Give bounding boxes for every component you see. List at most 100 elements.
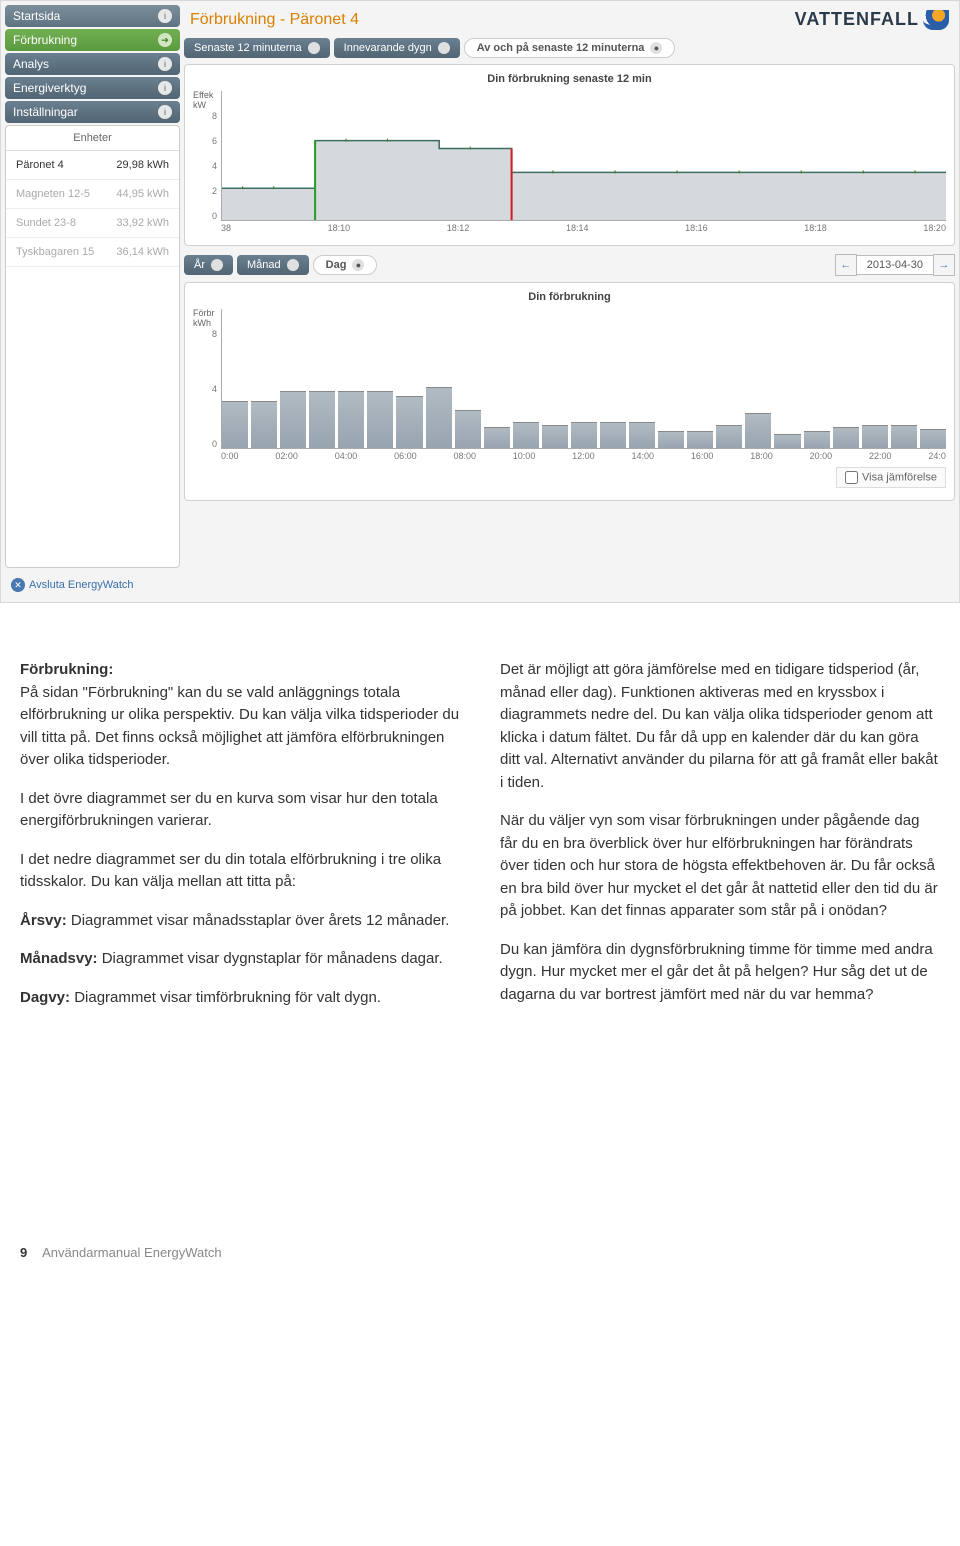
page-title: Förbrukning - Päronet 4 <box>190 11 359 29</box>
xtick: 10:00 <box>513 451 536 461</box>
compare-checkbox[interactable]: Visa jämförelse <box>836 467 946 488</box>
xtick: 14:00 <box>632 451 655 461</box>
vattenfall-icon <box>923 10 949 30</box>
tab-day[interactable]: Dag ● <box>313 255 378 275</box>
x-axis: 38 18:10 18:12 18:14 18:16 18:18 18:20 <box>193 223 946 233</box>
y-axis-label: EffekkW <box>193 91 221 111</box>
para: Diagrammet visar dygnstaplar för månaden… <box>98 950 443 967</box>
xtick: 18:10 <box>328 223 351 233</box>
unit-name: Päronet 4 <box>16 159 64 171</box>
nav-label: Startsida <box>13 9 60 23</box>
units-panel: Enheter Päronet 429,98 kWh Magneten 12-5… <box>5 125 180 568</box>
bar <box>862 425 888 448</box>
xtick: 18:00 <box>750 451 773 461</box>
chevron-icon <box>308 42 320 54</box>
xtick: 22:00 <box>869 451 892 461</box>
nav-settings[interactable]: Inställningari <box>5 101 180 123</box>
tab-label: Månad <box>247 259 281 271</box>
bottom-chart: Din förbrukning FörbrkWh 8 4 0 0:0002 <box>184 282 955 501</box>
xtick: 38 <box>221 223 231 233</box>
chevron-icon <box>438 42 450 54</box>
nav-label: Analys <box>13 57 49 71</box>
label: Månadsvy: <box>20 950 98 967</box>
chevron-icon: ● <box>352 259 364 271</box>
tab-label: Innevarande dygn <box>344 42 432 54</box>
xtick: 18:12 <box>447 223 470 233</box>
brand-text: VATTENFALL <box>795 9 919 30</box>
chevron-icon <box>287 259 299 271</box>
footer-title: Användarmanual EnergyWatch <box>42 1245 221 1260</box>
time-tabs: Senaste 12 minuterna Innevarande dygn Av… <box>184 38 955 58</box>
date-field[interactable]: 2013-04-30 <box>857 255 933 275</box>
indicator-icon: i <box>158 9 172 23</box>
tab-label: Av och på senaste 12 minuterna <box>477 42 645 54</box>
tab-last12min[interactable]: Senaste 12 minuterna <box>184 38 330 58</box>
unit-value: 29,98 kWh <box>116 159 169 171</box>
tab-onoff12min[interactable]: Av och på senaste 12 minuterna● <box>464 38 676 58</box>
unit-row[interactable]: Sundet 23-833,92 kWh <box>6 209 179 238</box>
ytick: 2 <box>212 186 217 196</box>
tab-label: År <box>194 259 205 271</box>
section-heading: Förbrukning: <box>20 661 113 678</box>
nav-energytools[interactable]: Energiverktygi <box>5 77 180 99</box>
bar <box>833 427 859 448</box>
nav-home[interactable]: Startsida i <box>5 5 180 27</box>
ytick: 4 <box>212 161 217 171</box>
bar <box>745 413 771 448</box>
para: När du väljer vyn som visar förbrukninge… <box>500 810 940 923</box>
unit-row[interactable]: Magneten 12-544,95 kWh <box>6 180 179 209</box>
bar <box>571 422 597 448</box>
close-icon: ✕ <box>11 578 25 592</box>
left-column: Förbrukning: På sidan "Förbrukning" kan … <box>20 659 460 1025</box>
arrow-right-icon: ➔ <box>158 33 172 47</box>
xtick: 12:00 <box>572 451 595 461</box>
ytick: 4 <box>212 384 217 394</box>
period-tabs: År Månad Dag ● ← 2013-04-30 → <box>184 254 955 276</box>
plot-area <box>221 309 946 449</box>
unit-value: 36,14 kWh <box>116 246 169 258</box>
sidebar: Startsidai Förbrukning➔ Analysi Energive… <box>5 5 180 598</box>
tab-year[interactable]: År <box>184 255 233 275</box>
prev-button[interactable]: ← <box>835 254 857 276</box>
ytick: 0 <box>212 211 217 221</box>
bar <box>542 425 568 448</box>
date-picker: ← 2013-04-30 → <box>835 254 955 276</box>
bar <box>426 387 452 448</box>
chevron-icon <box>211 259 223 271</box>
xtick: 24:0 <box>928 451 946 461</box>
xtick: 18:16 <box>685 223 708 233</box>
compare-input[interactable] <box>845 471 858 484</box>
bar <box>774 434 800 448</box>
brand-logo: VATTENFALL <box>795 9 949 30</box>
indicator-icon: i <box>158 105 172 119</box>
ytick: 8 <box>212 329 217 339</box>
top-chart: Din förbrukning senaste 12 min EffekkW 8… <box>184 64 955 246</box>
chart-title: Din förbrukning <box>193 291 946 303</box>
bar <box>658 431 684 448</box>
main-panel: Förbrukning - Päronet 4 VATTENFALL Senas… <box>184 5 955 598</box>
para: I det övre diagrammet ser du en kurva so… <box>20 788 460 833</box>
tab-currentday[interactable]: Innevarande dygn <box>334 38 460 58</box>
xtick: 08:00 <box>453 451 476 461</box>
bar <box>716 425 742 448</box>
nav-label: Energiverktyg <box>13 81 86 95</box>
exit-link[interactable]: ✕Avsluta EnergyWatch <box>5 572 180 598</box>
unit-value: 44,95 kWh <box>116 188 169 200</box>
ytick: 6 <box>212 136 217 146</box>
xtick: 20:00 <box>810 451 833 461</box>
next-button[interactable]: → <box>933 254 955 276</box>
right-column: Det är möjligt att göra jämförelse med e… <box>500 659 940 1025</box>
bar <box>920 429 946 448</box>
bar <box>484 427 510 448</box>
tab-month[interactable]: Månad <box>237 255 309 275</box>
unit-row[interactable]: Päronet 4 29,98 kWh <box>6 151 179 180</box>
nav-analysis[interactable]: Analysi <box>5 53 180 75</box>
chart-title: Din förbrukning senaste 12 min <box>193 73 946 85</box>
xtick: 18:18 <box>804 223 827 233</box>
unit-row[interactable]: Tyskbagaren 1536,14 kWh <box>6 238 179 267</box>
para: I det nedre diagrammet ser du din totala… <box>20 849 460 894</box>
para: Det är möjligt att göra jämförelse med e… <box>500 659 940 794</box>
nav-consumption[interactable]: Förbrukning➔ <box>5 29 180 51</box>
tab-label: Dag <box>326 259 347 271</box>
bar <box>600 422 626 448</box>
